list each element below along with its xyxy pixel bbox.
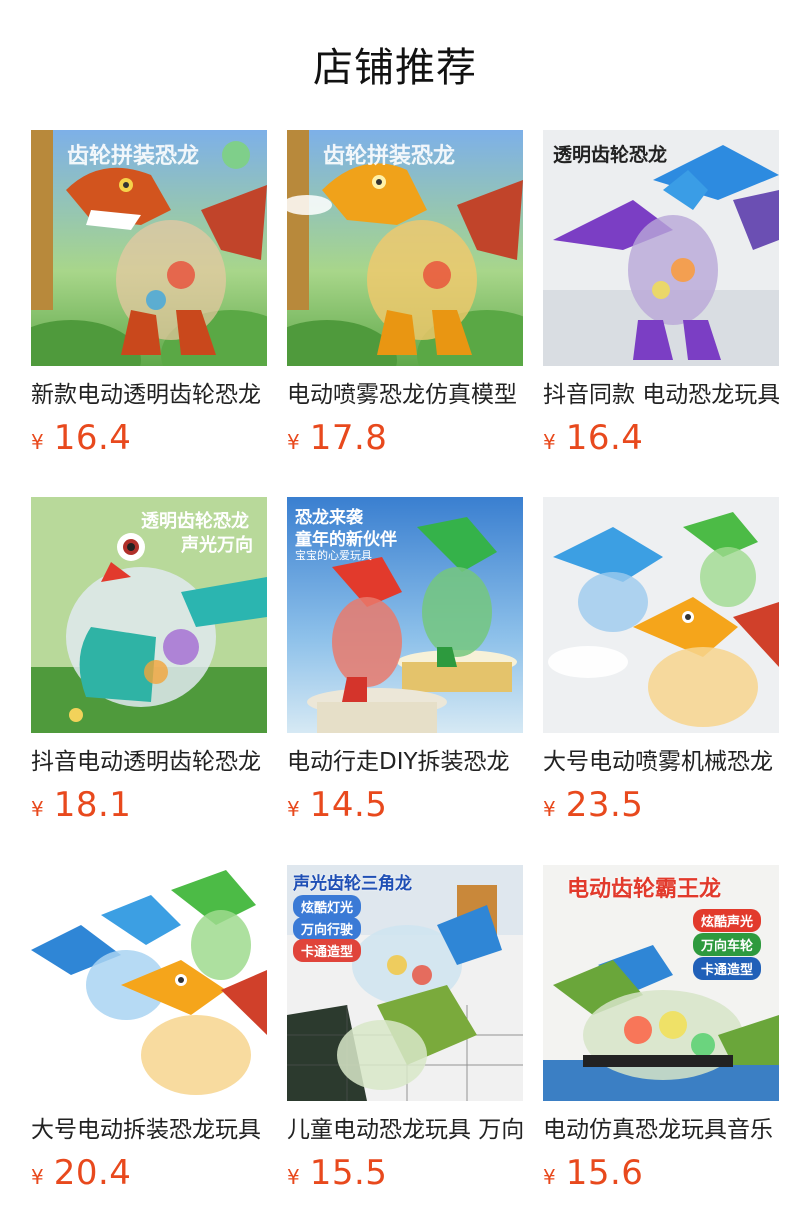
feature-badge: 卡通造型 <box>693 957 762 980</box>
currency-symbol: ¥ <box>287 797 300 821</box>
product-image[interactable]: 声光齿轮三角龙 炫酷灯光 万向行驶 卡通造型 <box>287 865 523 1101</box>
image-caption: 透明齿轮恐龙 <box>141 511 249 532</box>
product-image[interactable]: 齿轮拼装恐龙 <box>31 130 267 366</box>
product-image[interactable] <box>31 865 267 1101</box>
product-card[interactable]: 齿轮拼装恐龙 电动喷雾恐龙仿真模型 ¥ 17.8 <box>287 130 523 470</box>
product-price: ¥ 20.4 <box>31 1153 267 1193</box>
product-card[interactable]: 齿轮拼装恐龙 新款电动透明齿轮恐龙 ¥ 16.4 <box>31 130 267 470</box>
price-value: 18.1 <box>53 785 132 825</box>
product-name[interactable]: 电动仿真恐龙玩具音乐 <box>543 1115 779 1145</box>
currency-symbol: ¥ <box>543 797 556 821</box>
image-caption-tertiary: 宝宝的心爱玩具 <box>295 549 372 562</box>
assembled-dinosaur-trio-image <box>31 865 267 1101</box>
price-value: 15.5 <box>309 1153 388 1193</box>
price-value: 20.4 <box>53 1153 132 1193</box>
image-caption: 声光齿轮三角龙 <box>293 874 412 894</box>
product-image[interactable]: 电动齿轮霸王龙 炫酷声光 万向车轮 卡通造型 <box>543 865 779 1101</box>
product-grid: 齿轮拼装恐龙 新款电动透明齿轮恐龙 ¥ 16.4 齿轮拼装恐龙 电动喷雾恐龙仿真… <box>0 130 790 1232</box>
product-name[interactable]: 抖音电动透明齿轮恐龙 <box>31 747 267 777</box>
image-caption: 电动齿轮霸王龙 <box>567 877 722 902</box>
product-price: ¥ 23.5 <box>543 785 779 825</box>
image-caption: 齿轮拼装恐龙 <box>67 144 200 169</box>
product-card[interactable]: 透明齿轮恐龙 抖音同款 电动恐龙玩具 ¥ 16.4 <box>543 130 779 470</box>
product-card[interactable]: 大号电动喷雾机械恐龙 ¥ 23.5 <box>543 497 779 837</box>
product-image[interactable]: 齿轮拼装恐龙 <box>287 130 523 366</box>
product-name[interactable]: 电动喷雾恐龙仿真模型 <box>287 380 523 410</box>
product-image[interactable]: 透明齿轮恐龙 声光万向 <box>31 497 267 733</box>
product-name[interactable]: 电动行走DIY拆装恐龙 <box>287 747 523 777</box>
product-card[interactable]: 电动齿轮霸王龙 炫酷声光 万向车轮 卡通造型 电动仿真恐龙玩具音乐 ¥ 15.6 <box>543 865 779 1205</box>
product-card[interactable]: 大号电动拆装恐龙玩具 ¥ 20.4 <box>31 865 267 1205</box>
product-name[interactable]: 新款电动透明齿轮恐龙 <box>31 380 267 410</box>
product-name[interactable]: 大号电动拆装恐龙玩具 <box>31 1115 267 1145</box>
product-price: ¥ 16.4 <box>31 418 267 458</box>
product-price: ¥ 15.6 <box>543 1153 779 1193</box>
currency-symbol: ¥ <box>543 430 556 454</box>
product-price: ¥ 14.5 <box>287 785 523 825</box>
product-card[interactable]: 恐龙来袭 童年的新伙伴 宝宝的心爱玩具 电动行走DIY拆装恐龙 ¥ 14.5 <box>287 497 523 837</box>
product-name[interactable]: 大号电动喷雾机械恐龙 <box>543 747 779 777</box>
product-image[interactable] <box>543 497 779 733</box>
feature-badge: 炫酷灯光 <box>293 895 362 918</box>
product-name[interactable]: 抖音同款 电动恐龙玩具 <box>543 380 779 410</box>
currency-symbol: ¥ <box>287 1165 300 1189</box>
mechanical-spray-dinosaur-image <box>543 497 779 733</box>
product-image[interactable]: 恐龙来袭 童年的新伙伴 宝宝的心爱玩具 <box>287 497 523 733</box>
product-price: ¥ 15.5 <box>287 1153 523 1193</box>
currency-symbol: ¥ <box>543 1165 556 1189</box>
product-card[interactable]: 透明齿轮恐龙 声光万向 抖音电动透明齿轮恐龙 ¥ 18.1 <box>31 497 267 837</box>
currency-symbol: ¥ <box>31 1165 44 1189</box>
price-value: 17.8 <box>309 418 388 458</box>
price-value: 14.5 <box>309 785 388 825</box>
price-value: 15.6 <box>565 1153 644 1193</box>
image-caption: 齿轮拼装恐龙 <box>323 144 456 169</box>
feature-badge: 炫酷声光 <box>693 909 762 932</box>
product-price: ¥ 16.4 <box>543 418 779 458</box>
product-card[interactable]: 声光齿轮三角龙 炫酷灯光 万向行驶 卡通造型 儿童电动恐龙玩具 万向 ¥ 15.… <box>287 865 523 1205</box>
product-price: ¥ 17.8 <box>287 418 523 458</box>
currency-symbol: ¥ <box>31 430 44 454</box>
price-value: 16.4 <box>565 418 644 458</box>
image-caption-secondary: 声光万向 <box>181 535 253 556</box>
product-name[interactable]: 儿童电动恐龙玩具 万向 <box>287 1115 523 1145</box>
price-value: 23.5 <box>565 785 644 825</box>
currency-symbol: ¥ <box>287 430 300 454</box>
feature-badge: 万向车轮 <box>693 933 762 956</box>
feature-badge: 万向行驶 <box>293 917 362 940</box>
product-price: ¥ 18.1 <box>31 785 267 825</box>
page-title: 店铺推荐 <box>313 45 477 91</box>
product-image[interactable]: 透明齿轮恐龙 <box>543 130 779 366</box>
price-value: 16.4 <box>53 418 132 458</box>
image-caption: 透明齿轮恐龙 <box>553 144 668 166</box>
feature-badge: 卡通造型 <box>293 939 362 962</box>
currency-symbol: ¥ <box>31 797 44 821</box>
